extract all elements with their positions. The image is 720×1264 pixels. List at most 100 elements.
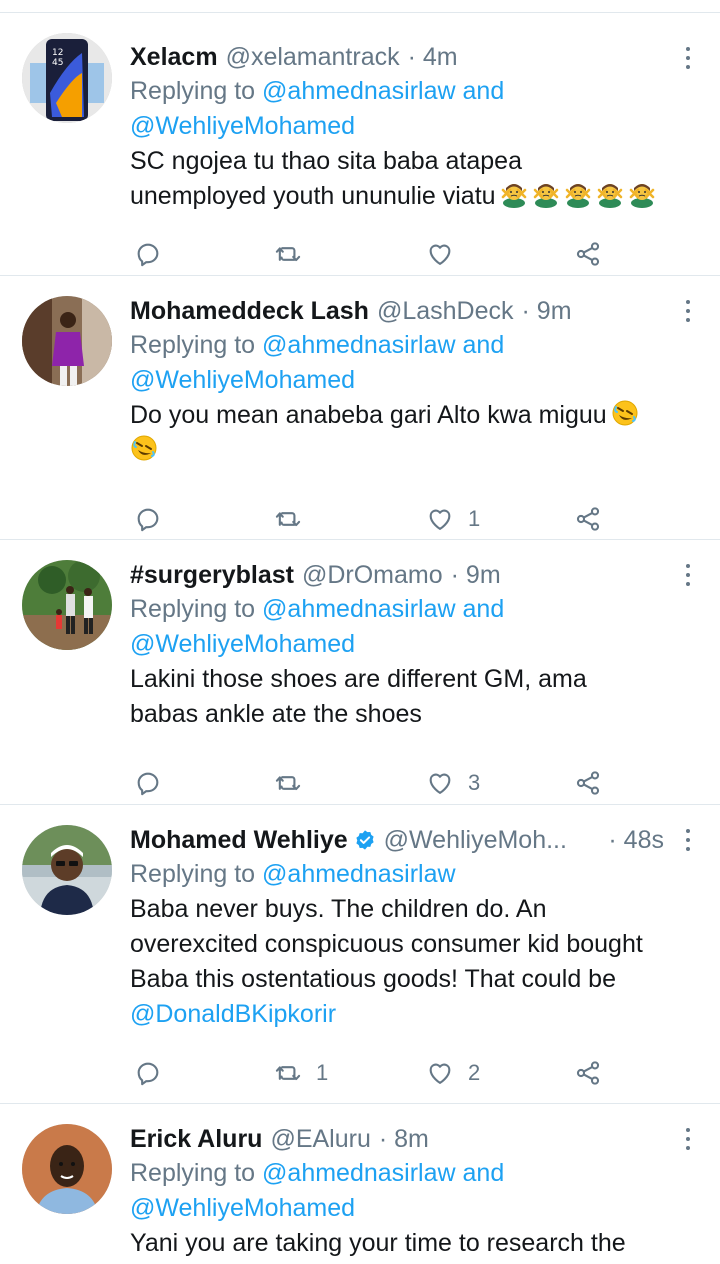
display-name[interactable]: Xelacm (130, 40, 218, 74)
user-handle[interactable]: @xelamantrack (226, 40, 400, 74)
mention-link[interactable]: @WehliyeMohamed (130, 112, 355, 140)
avatar[interactable]: 12 45 (22, 33, 112, 123)
mention-link[interactable]: @WehliyeMohamed (130, 1194, 355, 1222)
retweet-button[interactable]: 1 (274, 1055, 328, 1091)
share-button[interactable] (574, 501, 602, 537)
tweet-text-line: babas ankle ate the shoes (130, 700, 422, 728)
svg-text:12: 12 (52, 48, 63, 58)
heart-icon (426, 769, 454, 797)
tweet-text: Baba never buys. The children do. An ove… (130, 892, 664, 1032)
tweet-header: Xelacm @xelamantrack · 4m (130, 40, 664, 74)
tweet-header: #surgeryblast @DrOmamo · 9m (130, 558, 664, 592)
like-count: 1 (468, 506, 481, 531)
tweet[interactable]: Erick Aluru @EAluru · 8m Replying to @ah… (0, 1104, 720, 1264)
retweet-count: 1 (316, 1060, 329, 1085)
retweet-button[interactable] (274, 236, 316, 272)
share-button[interactable] (574, 236, 602, 272)
rolling-on-floor-laughing-emoji (611, 399, 639, 427)
like-count: 3 (468, 770, 481, 795)
timestamp[interactable]: · 4m (408, 40, 458, 74)
retweet-button[interactable] (274, 765, 316, 801)
reply-icon (134, 505, 162, 533)
mention-link[interactable]: @WehliyeMohamed (130, 630, 355, 658)
person-gesturing-no-emoji (596, 180, 624, 208)
avatar[interactable] (22, 296, 112, 386)
replying-prefix: Replying to (130, 860, 256, 888)
like-button[interactable]: 1 (426, 501, 480, 537)
user-handle[interactable]: @LashDeck (377, 294, 514, 328)
replying-and[interactable]: and (463, 331, 505, 359)
top-divider (0, 0, 720, 13)
replying-prefix: Replying to (130, 77, 256, 105)
replying-to: Replying to @ahmednasirlaw (130, 857, 664, 892)
like-button[interactable] (426, 236, 468, 272)
person-gesturing-no-emoji (532, 180, 560, 208)
reply-button[interactable] (134, 236, 162, 272)
timestamp[interactable]: · 9m (522, 294, 572, 328)
user-handle[interactable]: @WehliyeMoh... (384, 823, 567, 857)
share-icon (574, 240, 602, 268)
more-options-icon[interactable] (686, 47, 692, 73)
tweet[interactable]: Mohamed Wehliye @WehliyeMoh... · 48s Rep… (0, 805, 720, 1104)
tweet[interactable]: #surgeryblast @DrOmamo · 9m Replying to … (0, 540, 720, 805)
user-handle[interactable]: @DrOmamo (302, 558, 443, 592)
tweet-text: Lakini those shoes are different GM, ama… (130, 662, 664, 732)
retweet-icon (274, 1059, 302, 1087)
replying-to: Replying to @ahmednasirlaw and (130, 592, 664, 627)
mention-link[interactable]: @ahmednasirlaw (262, 331, 456, 359)
share-icon (574, 769, 602, 797)
tweet[interactable]: Mohameddeck Lash @LashDeck · 9m Replying… (0, 276, 720, 540)
tweet-text-line: SC ngojea tu thao sita baba atapea (130, 147, 522, 175)
replying-and[interactable]: and (463, 77, 505, 105)
reply-icon (134, 1059, 162, 1087)
reply-button[interactable] (134, 501, 162, 537)
reply-button[interactable] (134, 1055, 162, 1091)
mention-link[interactable]: @DonaldBKipkorir (130, 997, 664, 1032)
replying-and[interactable]: and (463, 1159, 505, 1187)
display-name[interactable]: Mohameddeck Lash (130, 294, 369, 328)
like-button[interactable]: 2 (426, 1055, 480, 1091)
avatar[interactable] (22, 1124, 112, 1214)
person-gesturing-no-emoji (500, 180, 528, 208)
mention-link[interactable]: @ahmednasirlaw (262, 77, 456, 105)
heart-icon (426, 1059, 454, 1087)
avatar[interactable] (22, 560, 112, 650)
display-name[interactable]: Mohamed Wehliye (130, 823, 348, 857)
rolling-on-floor-laughing-emoji (130, 434, 158, 462)
mention-link[interactable]: @WehliyeMohamed (130, 366, 355, 394)
retweet-button[interactable] (274, 501, 316, 537)
user-handle[interactable]: @EAluru (270, 1122, 370, 1156)
replying-prefix: Replying to (130, 595, 256, 623)
svg-text:45: 45 (52, 58, 63, 68)
tweet-text-line: Baba this ostentatious goods! That could… (130, 965, 616, 993)
verified-badge-icon (356, 830, 374, 850)
tweet[interactable]: 12 45 Xelacm @xelamantrack · 4m Replying… (0, 13, 720, 276)
reply-button[interactable] (134, 765, 162, 801)
mention-link[interactable]: @ahmednasirlaw (262, 1159, 456, 1187)
mention-link[interactable]: @ahmednasirlaw (262, 595, 456, 623)
more-options-icon[interactable] (686, 829, 692, 855)
retweet-icon (274, 769, 302, 797)
share-button[interactable] (574, 765, 602, 801)
timestamp[interactable]: · 48s (608, 823, 664, 857)
tweet-text-line: overexcited conspicuous consumer kid bou… (130, 930, 643, 958)
heart-icon (426, 505, 454, 533)
replying-and[interactable]: and (463, 595, 505, 623)
display-name[interactable]: Erick Aluru (130, 1122, 262, 1156)
replying-to: Replying to @ahmednasirlaw and (130, 328, 664, 363)
more-options-icon[interactable] (686, 1128, 692, 1154)
more-options-icon[interactable] (686, 300, 692, 326)
tweet-text-line: Yani you are taking your time to researc… (130, 1229, 626, 1257)
mention-link[interactable]: @ahmednasirlaw (262, 860, 456, 888)
tweet-header: Mohameddeck Lash @LashDeck · 9m (130, 294, 664, 328)
timestamp[interactable]: · 8m (379, 1122, 429, 1156)
timestamp[interactable]: · 9m (451, 558, 501, 592)
avatar[interactable] (22, 825, 112, 915)
like-button[interactable]: 3 (426, 765, 480, 801)
replying-prefix: Replying to (130, 331, 256, 359)
replying-prefix: Replying to (130, 1159, 256, 1187)
share-button[interactable] (574, 1055, 602, 1091)
like-count: 2 (468, 1060, 481, 1085)
display-name[interactable]: #surgeryblast (130, 558, 294, 592)
more-options-icon[interactable] (686, 564, 692, 590)
